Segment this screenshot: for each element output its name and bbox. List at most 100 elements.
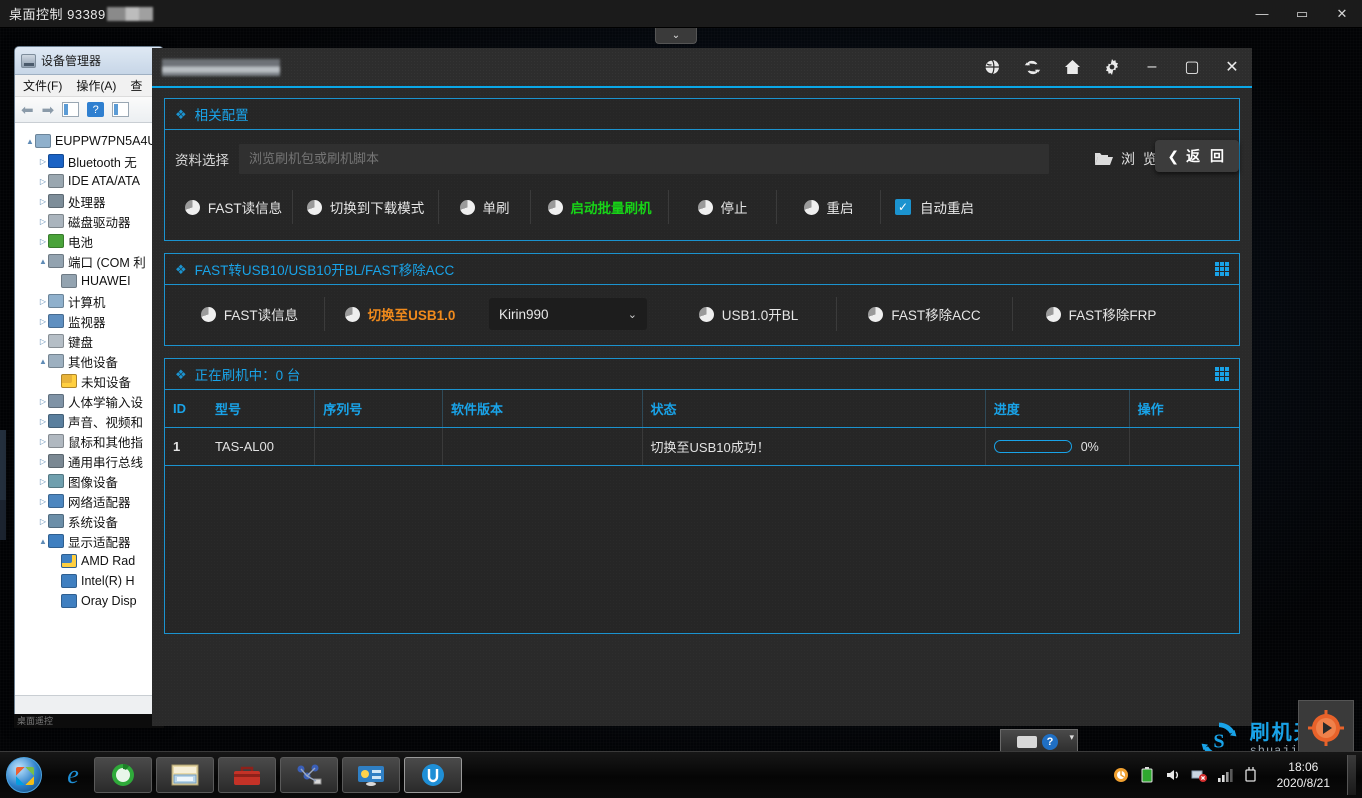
device-tree-item[interactable]: ▷ 电池	[19, 231, 163, 251]
action-button[interactable]: FAST读信息	[175, 190, 293, 224]
action-button[interactable]: FAST移除ACC	[837, 297, 1013, 331]
network-error-icon[interactable]	[1191, 767, 1208, 784]
show-desktop-button[interactable]	[1347, 755, 1356, 795]
device-tree-item[interactable]: ▷ 鼠标和其他指	[19, 431, 163, 451]
device-tree-item[interactable]: ▷ 通用串行总线	[19, 451, 163, 471]
battery-icon[interactable]	[1139, 767, 1156, 784]
device-tree-item[interactable]: ▷ IDE ATA/ATA	[19, 171, 163, 191]
device-tree-item[interactable]: ▷ 计算机	[19, 291, 163, 311]
refresh-icon[interactable]	[1012, 48, 1052, 87]
device-tree-item[interactable]: ▷ 处理器	[19, 191, 163, 211]
device-tree-item[interactable]: Oray Disp	[19, 591, 163, 611]
tree-expander-icon[interactable]: ▷	[38, 397, 48, 406]
device-tree-item[interactable]: ▷ Bluetooth 无	[19, 151, 163, 171]
grid-view-icon[interactable]	[1215, 367, 1229, 381]
device-tree-item[interactable]: Intel(R) H	[19, 571, 163, 591]
action-button[interactable]: 单刷	[439, 190, 531, 224]
menu-view[interactable]: 查	[130, 77, 142, 94]
globe-icon[interactable]	[972, 48, 1012, 87]
auto-restart-checkbox[interactable]: ✓ 自动重启	[895, 197, 974, 217]
taskbar-item-network-map[interactable]	[280, 757, 338, 793]
remote-close-button[interactable]: ✕	[1322, 0, 1362, 28]
properties-icon[interactable]	[62, 102, 80, 117]
device-tree-item[interactable]: ▷ 系统设备	[19, 511, 163, 531]
device-tree-item[interactable]: HUAWEI	[19, 271, 163, 291]
tree-expander-icon[interactable]: ▷	[38, 177, 48, 186]
tree-expander-icon[interactable]: ▲	[25, 137, 35, 146]
tree-expander-icon[interactable]: ▷	[38, 157, 48, 166]
start-button[interactable]	[2, 755, 46, 795]
device-tree-item[interactable]: ▷ 磁盘驱动器	[19, 211, 163, 231]
taskbar-item-internet-explorer[interactable]: e	[56, 758, 90, 792]
device-manager-window[interactable]: 设备管理器 文件(F) 操作(A) 查 ⬅ ➡ ? ▲ EUPPW7PN5A4U ▷…	[14, 46, 164, 726]
device-tree-item[interactable]: ▷ 声音、视频和	[19, 411, 163, 431]
action-button[interactable]: 切换至USB1.0	[325, 297, 475, 331]
tree-expander-icon[interactable]: ▲	[38, 257, 48, 266]
device-tree-item[interactable]: ▷ 监视器	[19, 311, 163, 331]
tree-expander-icon[interactable]: ▷	[38, 517, 48, 526]
action-button[interactable]: 停止	[669, 190, 777, 224]
menu-action[interactable]: 操作(A)	[76, 77, 116, 94]
browse-button[interactable]: 浏 览	[1095, 149, 1159, 169]
tree-expander-icon[interactable]: ▷	[38, 497, 48, 506]
chevron-down-icon[interactable]: ▾	[1069, 732, 1074, 742]
tree-expander-icon[interactable]: ▲	[38, 537, 48, 546]
tree-expander-icon[interactable]: ▲	[38, 357, 48, 366]
tree-expander-icon[interactable]: ▷	[38, 197, 48, 206]
back-arrow-icon[interactable]: ⬅	[21, 101, 34, 119]
device-tree-item[interactable]: ▷ 图像设备	[19, 471, 163, 491]
chipset-select[interactable]: Kirin990 ⌄	[489, 298, 647, 330]
device-tree-item[interactable]: ▷ 键盘	[19, 331, 163, 351]
panel-icon[interactable]	[112, 102, 130, 117]
tree-expander-icon[interactable]: ▷	[38, 477, 48, 486]
help-icon[interactable]: ?	[1042, 734, 1058, 750]
forward-arrow-icon[interactable]: ➡	[42, 101, 55, 119]
device-tree-item[interactable]: ▲ 其他设备	[19, 351, 163, 371]
action-button[interactable]: 切换到下载模式	[293, 190, 439, 224]
taskbar-clock[interactable]: 18:06 2020/8/21	[1269, 759, 1338, 791]
device-tree-item[interactable]: ▷ 人体学输入设	[19, 391, 163, 411]
tree-expander-icon[interactable]: ▷	[38, 317, 48, 326]
tree-expander-icon[interactable]: ▷	[38, 417, 48, 426]
checkbox-box[interactable]: ✓	[895, 199, 911, 215]
tree-expander-icon[interactable]: ▷	[38, 437, 48, 446]
taskbar-item-control-panel[interactable]	[342, 757, 400, 793]
file-path-input[interactable]	[239, 144, 1049, 174]
app-close-button[interactable]: ✕	[1212, 48, 1252, 87]
action-button[interactable]: USB1.0开BL	[661, 297, 837, 331]
tree-expander-icon[interactable]: ▷	[38, 337, 48, 346]
back-button[interactable]: ❮ 返 回	[1155, 140, 1239, 172]
volume-icon[interactable]	[1165, 767, 1182, 784]
device-tree-item[interactable]: ▲ 显示适配器	[19, 531, 163, 551]
keyboard-icon[interactable]	[1017, 736, 1037, 748]
action-button[interactable]: 重启	[777, 190, 881, 224]
device-tree-item[interactable]: ▲ 端口 (COM 利	[19, 251, 163, 271]
row-action[interactable]	[1129, 427, 1239, 466]
collapsed-toolbar-tab[interactable]: ⌄	[655, 28, 697, 44]
grid-view-icon[interactable]	[1215, 262, 1229, 276]
app-maximize-button[interactable]: ▢	[1172, 48, 1212, 87]
device-manager-tree[interactable]: ▲ EUPPW7PN5A4U ▷ Bluetooth 无 ▷ IDE ATA/ATA ▷ 处理…	[15, 123, 163, 695]
action-button[interactable]: FAST移除FRP	[1013, 297, 1189, 331]
floating-media-icon[interactable]	[1298, 700, 1354, 756]
remote-maximize-button[interactable]: ▭	[1282, 0, 1322, 28]
power-icon[interactable]	[1243, 767, 1260, 784]
remote-minimize-button[interactable]: —	[1242, 0, 1282, 28]
tree-expander-icon[interactable]: ▷	[38, 297, 48, 306]
action-button[interactable]: FAST读信息	[175, 297, 325, 331]
taskbar-item-360-browser[interactable]	[94, 757, 152, 793]
signal-icon[interactable]	[1217, 767, 1234, 784]
device-tree-item[interactable]: ▷ 网络适配器	[19, 491, 163, 511]
menu-file[interactable]: 文件(F)	[23, 77, 62, 94]
taskbar-item-sunlogin[interactable]	[404, 757, 462, 793]
device-tree-item[interactable]: 未知设备	[19, 371, 163, 391]
home-icon[interactable]	[1052, 48, 1092, 87]
device-tree-item[interactable]: ▲ EUPPW7PN5A4U	[19, 131, 163, 151]
taskbar-item-toolbox[interactable]	[218, 757, 276, 793]
gear-icon[interactable]	[1092, 48, 1132, 87]
taskbar-item-file-explorer[interactable]	[156, 757, 214, 793]
app-minimize-button[interactable]: –	[1132, 48, 1172, 87]
tree-expander-icon[interactable]: ▷	[38, 457, 48, 466]
tree-expander-icon[interactable]: ▷	[38, 217, 48, 226]
tree-expander-icon[interactable]: ▷	[38, 237, 48, 246]
